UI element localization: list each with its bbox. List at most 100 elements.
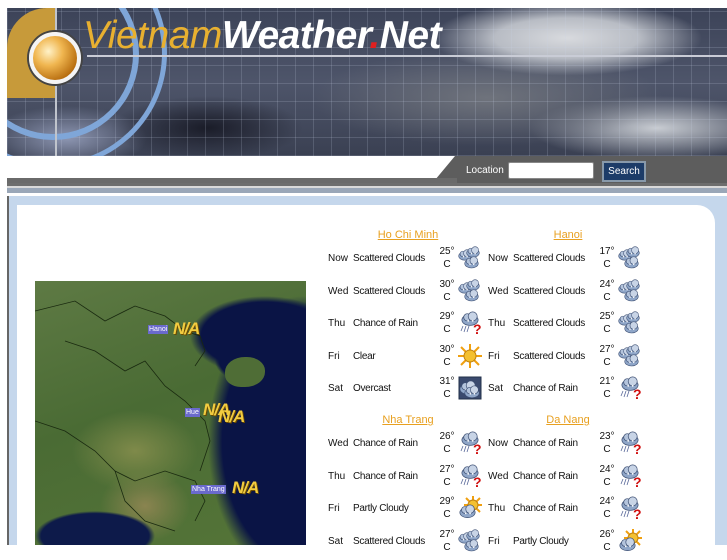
temp-value: 30° — [439, 343, 455, 355]
search-button[interactable]: Search — [602, 161, 646, 182]
forecast-temp: 25° C — [598, 310, 616, 336]
forecast-condition: Clear — [353, 350, 376, 362]
temp-unit: C — [603, 476, 611, 488]
forecast-temp: 24° C — [598, 278, 616, 304]
temp-unit: C — [443, 259, 451, 270]
temp-unit: C — [443, 389, 451, 400]
temp-unit: C — [603, 324, 611, 335]
temp-unit: C — [603, 389, 611, 400]
temp-value: 29° — [439, 496, 455, 507]
svg-text:?: ? — [633, 506, 642, 520]
chance-of-rain-icon: ? — [618, 431, 642, 457]
scattered-clouds-icon — [458, 278, 482, 303]
forecast-day: Thu — [488, 318, 506, 329]
forecast-row: Sat Overcast 31° C — [328, 375, 488, 407]
forecast-day: Wed — [328, 285, 349, 297]
temp-value: 21° — [599, 376, 615, 387]
city-link-nha-trang[interactable]: Nha Trang — [328, 414, 488, 426]
temp-unit: C — [603, 509, 611, 520]
temp-value: 27° — [599, 343, 615, 355]
globe-logo-icon — [29, 32, 81, 84]
forecast-condition: Chance of Rain — [513, 503, 578, 514]
forecast-row: Wed Chance of Rain 24° C? — [488, 463, 648, 495]
temp-unit: C — [603, 259, 611, 270]
forecast-temp: 29° C — [438, 495, 456, 521]
city-link-da-nang[interactable]: Da Nang — [488, 414, 648, 426]
forecast-row: Sat Scattered Clouds 27° C — [328, 528, 488, 560]
chance-of-rain-icon: ? — [618, 496, 642, 522]
forecast-condition: Scattered Clouds — [513, 318, 585, 329]
clear-icon — [458, 343, 482, 368]
vietnam-weather-map[interactable]: Hanoi N/A Hue N/A N/A Nha Trang N/A — [35, 281, 306, 545]
forecast-day: Fri — [328, 350, 340, 362]
temp-value: 29° — [439, 311, 455, 322]
map-label-hanoi[interactable]: Hanoi — [148, 325, 169, 334]
forecast-row: Now Chance of Rain 23° C? — [488, 430, 648, 462]
temp-value: 27° — [439, 463, 455, 475]
forecast-temp: 26° C — [438, 430, 456, 456]
map-label-nha-trang[interactable]: Nha Trang — [191, 485, 226, 494]
forecast-temp: 21° C — [598, 375, 616, 401]
forecast-condition: Partly Cloudy — [353, 503, 409, 514]
forecast-day: Sat — [328, 383, 344, 394]
temp-value: 24° — [599, 496, 615, 507]
city-link-ho-chi-minh[interactable]: Ho Chi Minh — [328, 229, 488, 241]
forecast-temp: 27° C — [438, 528, 456, 554]
temp-value: 24° — [599, 278, 615, 290]
forecast-condition: Scattered Clouds — [513, 350, 585, 362]
forecast-temp: 24° C — [598, 495, 616, 521]
forecast-temp: 29° C — [438, 310, 456, 336]
map-label-hue[interactable]: Hue — [185, 408, 200, 417]
forecast-row: Now Scattered Clouds 17° C — [488, 245, 648, 277]
forecast-condition: Scattered Clouds — [353, 285, 425, 297]
forecast-row: Sat Chance of Rain 21° C? — [488, 375, 648, 407]
svg-text:?: ? — [633, 474, 642, 488]
temp-value: 17° — [599, 246, 615, 257]
forecast-row: Fri Scattered Clouds 27° C — [488, 343, 648, 375]
forecast-temp: 17° C — [598, 245, 616, 271]
forecast-row: Thu Scattered Clouds 25° C — [488, 310, 648, 342]
logo-text-weather: Weather — [221, 14, 370, 57]
forecast-row: Fri Clear 30° C — [328, 343, 488, 375]
map-borders — [35, 300, 211, 532]
scattered-clouds-icon — [618, 343, 642, 368]
header-banner: VietnamWeather.Net — [7, 8, 727, 156]
map-value-hanoi: N/A — [173, 319, 200, 338]
forecast-temp: 25° C — [438, 245, 456, 271]
chance-of-rain-icon: ? — [618, 464, 642, 490]
scattered-clouds-icon — [618, 311, 642, 335]
forecast-row: Now Scattered Clouds 25° C — [328, 245, 488, 277]
map-value-nha-trang: N/A — [232, 478, 259, 497]
forecast-temp: 26° C — [598, 528, 616, 554]
temp-value: 24° — [599, 463, 615, 475]
scattered-clouds-icon — [458, 528, 482, 553]
forecast-row: Thu Chance of Rain 29° C? — [328, 310, 488, 342]
temp-unit: C — [443, 476, 451, 488]
temp-value: 27° — [439, 528, 455, 540]
forecast-condition: Chance of Rain — [353, 470, 418, 482]
forecast-condition: Chance of Rain — [513, 383, 578, 394]
partly-cloudy-icon — [458, 496, 482, 520]
forecast-day: Now — [488, 438, 509, 449]
forecast-day: Thu — [328, 318, 346, 329]
header-strip — [7, 183, 727, 193]
site-logo[interactable]: VietnamWeather.Net — [83, 12, 442, 60]
temp-unit: C — [603, 291, 611, 303]
temp-value: 26° — [439, 431, 455, 442]
svg-text:?: ? — [473, 474, 482, 488]
temp-value: 31° — [439, 376, 455, 387]
forecast-temp: 30° C — [438, 278, 456, 304]
forecast-temp: 27° C — [438, 463, 456, 489]
scattered-clouds-icon — [618, 278, 642, 303]
forecast-day: Fri — [488, 350, 500, 362]
city-link-hanoi[interactable]: Hanoi — [488, 229, 648, 241]
forecast-day: Wed — [328, 438, 349, 449]
svg-text:?: ? — [633, 441, 642, 455]
location-input[interactable] — [508, 162, 594, 179]
forecast-day: Thu — [328, 470, 346, 482]
forecast-condition: Scattered Clouds — [353, 253, 425, 264]
forecast-day: Wed — [488, 470, 509, 482]
chance-of-rain-icon: ? — [458, 464, 482, 490]
svg-text:?: ? — [473, 441, 482, 455]
forecast-condition: Scattered Clouds — [513, 253, 585, 264]
